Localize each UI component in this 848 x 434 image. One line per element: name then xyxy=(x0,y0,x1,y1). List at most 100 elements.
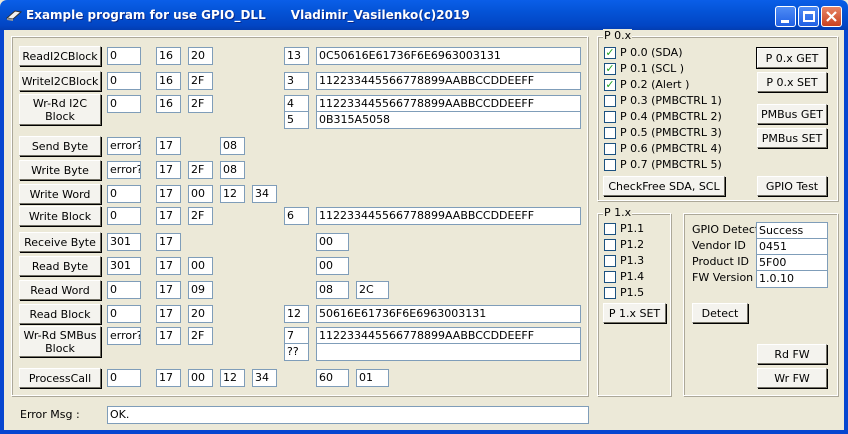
smbus-op-button[interactable]: Wr-Rd SMBus Block xyxy=(19,326,101,357)
param-field[interactable]: 20 xyxy=(188,47,213,65)
pin-checkbox[interactable]: P1.5 xyxy=(604,285,644,300)
p0-set-button[interactable]: P 0.x SET xyxy=(757,72,827,92)
smbus-op-button[interactable]: Receive Byte xyxy=(19,232,101,252)
param-field[interactable]: error? xyxy=(107,327,141,345)
pin-checkbox[interactable]: P 0.6 (PMBCTRL 4) xyxy=(604,141,722,156)
count-field[interactable]: ?? xyxy=(284,343,309,361)
smbus-op-button[interactable]: WriteI2CBlock xyxy=(19,71,101,91)
close-button[interactable] xyxy=(821,6,842,27)
param-field[interactable]: 3 xyxy=(284,72,309,90)
param-field[interactable]: 0 xyxy=(107,369,141,387)
param-field[interactable]: 09 xyxy=(188,281,213,299)
param-field[interactable]: 00 xyxy=(188,257,213,275)
param-field[interactable]: 12 xyxy=(220,369,245,387)
pin-checkbox[interactable]: P1.1 xyxy=(604,221,644,236)
param-field[interactable]: 17 xyxy=(156,305,181,323)
param-field[interactable]: 17 xyxy=(156,161,181,179)
count-field[interactable]: 5 xyxy=(284,111,309,129)
smbus-op-button[interactable]: Write Word xyxy=(19,184,101,204)
error-msg-field[interactable]: OK. xyxy=(107,406,589,424)
data-field[interactable]: 50616E61736F6E6963003131 xyxy=(316,305,581,323)
data-field[interactable]: 0C50616E61736F6E6963003131 xyxy=(316,47,581,65)
param-field[interactable]: 00 xyxy=(316,233,349,251)
param-field[interactable]: 17 xyxy=(156,281,181,299)
smbus-op-button[interactable]: Write Byte xyxy=(19,160,101,180)
param-field[interactable]: 01 xyxy=(356,369,389,387)
param-field[interactable]: 00 xyxy=(188,369,213,387)
param-field[interactable]: 08 xyxy=(220,137,245,155)
smbus-op-button[interactable]: ProcessCall xyxy=(19,368,101,388)
param-field[interactable]: 17 xyxy=(156,257,181,275)
fw-version-field[interactable]: 1.0.10 xyxy=(756,270,828,288)
param-field[interactable]: 08 xyxy=(220,161,245,179)
param-field[interactable]: 0 xyxy=(107,72,141,90)
param-field[interactable]: 301 xyxy=(107,257,141,275)
p1-set-button[interactable]: P 1.x SET xyxy=(603,303,666,323)
param-field[interactable]: 2F xyxy=(188,72,213,90)
param-field[interactable]: 17 xyxy=(156,233,181,251)
pin-checkbox[interactable]: P1.4 xyxy=(604,269,644,284)
p0-get-button[interactable]: P 0.x GET xyxy=(756,47,828,69)
param-field[interactable]: 20 xyxy=(188,305,213,323)
param-field[interactable]: 16 xyxy=(156,72,181,90)
pmbus-set-button[interactable]: PMBus SET xyxy=(757,128,827,148)
param-field[interactable]: error? xyxy=(107,137,141,155)
param-field[interactable]: 17 xyxy=(156,327,181,345)
smbus-op-button[interactable]: Read Block xyxy=(19,304,101,324)
pin-checkbox[interactable]: ✓ P 0.0 (SDA) xyxy=(604,45,683,60)
smbus-op-button[interactable]: Wr-Rd I2C Block xyxy=(19,94,101,125)
param-field[interactable]: 2C xyxy=(356,281,389,299)
data-field[interactable]: 0B315A5058 xyxy=(316,111,581,129)
pin-checkbox[interactable]: P1.3 xyxy=(604,253,644,268)
param-field[interactable]: 60 xyxy=(316,369,349,387)
param-field[interactable]: 2F xyxy=(188,95,213,113)
param-field[interactable]: 13 xyxy=(284,47,309,65)
param-field[interactable]: 0 xyxy=(107,185,141,203)
param-field[interactable]: 2F xyxy=(188,161,213,179)
smbus-op-button[interactable]: ReadI2CBlock xyxy=(19,46,101,66)
param-field[interactable]: 0 xyxy=(107,305,141,323)
param-field[interactable]: 2F xyxy=(188,207,213,225)
pin-checkbox[interactable]: P1.2 xyxy=(604,237,644,252)
wr-fw-button[interactable]: Wr FW xyxy=(757,368,827,388)
param-field[interactable]: 0 xyxy=(107,207,141,225)
param-field[interactable]: 12 xyxy=(284,305,309,323)
param-field[interactable]: 34 xyxy=(252,369,277,387)
data-field[interactable] xyxy=(316,343,581,361)
param-field[interactable]: 34 xyxy=(252,185,277,203)
data-field[interactable]: 112233445566778899AABBCCDDEEFF xyxy=(316,72,581,90)
detect-button[interactable]: Detect xyxy=(692,303,748,323)
pin-checkbox[interactable]: P 0.3 (PMBCTRL 1) xyxy=(604,93,722,108)
param-field[interactable]: 12 xyxy=(220,185,245,203)
minimize-button[interactable] xyxy=(775,6,796,27)
param-field[interactable]: 17 xyxy=(156,369,181,387)
param-field[interactable]: 16 xyxy=(156,95,181,113)
pin-checkbox[interactable]: P 0.4 (PMBCTRL 2) xyxy=(604,109,722,124)
smbus-op-button[interactable]: Send Byte xyxy=(19,136,101,156)
smbus-op-button[interactable]: Read Byte xyxy=(19,256,101,276)
param-field[interactable]: 301 xyxy=(107,233,141,251)
smbus-op-button[interactable]: Read Word xyxy=(19,280,101,300)
param-field[interactable]: 0 xyxy=(107,281,141,299)
param-field[interactable]: 17 xyxy=(156,207,181,225)
pin-checkbox[interactable]: ✓ P 0.2 (Alert ) xyxy=(604,77,689,92)
gpio-test-button[interactable]: GPIO Test xyxy=(757,176,827,196)
maximize-button[interactable] xyxy=(798,6,819,27)
pin-checkbox[interactable]: P 0.7 (PMBCTRL 5) xyxy=(604,157,722,172)
param-field[interactable]: 00 xyxy=(316,257,349,275)
param-field[interactable]: 6 xyxy=(284,207,309,225)
pmbus-get-button[interactable]: PMBus GET xyxy=(757,104,827,124)
smbus-op-button[interactable]: Write Block xyxy=(19,206,101,226)
param-field[interactable]: 16 xyxy=(156,47,181,65)
pin-checkbox[interactable]: P 0.5 (PMBCTRL 3) xyxy=(604,125,722,140)
param-field[interactable]: error? xyxy=(107,161,141,179)
param-field[interactable]: 0 xyxy=(107,95,141,113)
pin-checkbox[interactable]: ✓ P 0.1 (SCL ) xyxy=(604,61,684,76)
param-field[interactable]: 0 xyxy=(107,47,141,65)
checkfree-button[interactable]: CheckFree SDA, SCL xyxy=(603,176,725,196)
data-field[interactable]: 112233445566778899AABBCCDDEEFF xyxy=(316,207,581,225)
param-field[interactable]: 17 xyxy=(156,185,181,203)
param-field[interactable]: 2F xyxy=(188,327,213,345)
param-field[interactable]: 17 xyxy=(156,137,181,155)
rd-fw-button[interactable]: Rd FW xyxy=(757,344,827,364)
